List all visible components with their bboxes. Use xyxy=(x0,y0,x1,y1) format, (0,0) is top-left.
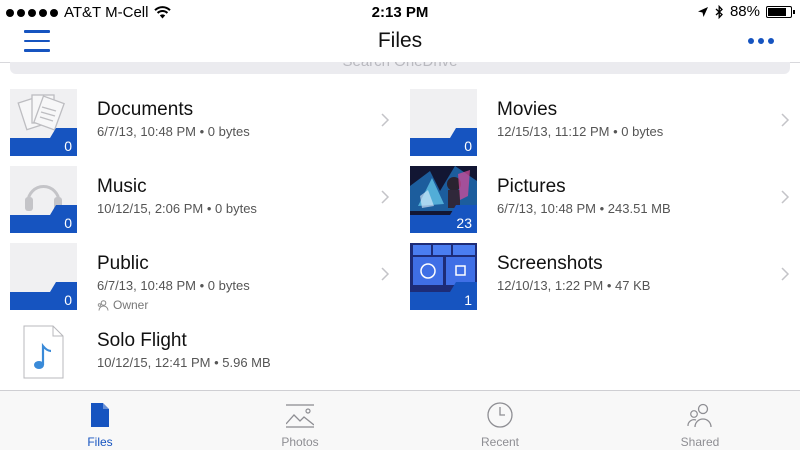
tab-label: Photos xyxy=(281,435,319,449)
item-meta: 12/15/13, 11:12 PM • 0 bytes xyxy=(497,124,664,139)
chevron-right-icon xyxy=(381,190,390,204)
item-name: Pictures xyxy=(497,176,566,197)
chevron-right-icon xyxy=(781,113,790,127)
tab-files[interactable]: Files xyxy=(0,391,200,450)
item-meta: 6/7/13, 10:48 PM • 0 bytes xyxy=(97,124,250,139)
page-title: Files xyxy=(377,29,423,52)
status-bar: AT&T M-Cell 2:13 PM 88% xyxy=(0,0,800,26)
item-count-badge: 0 xyxy=(64,215,72,231)
item-meta: 6/7/13, 10:48 PM • 243.51 MB xyxy=(497,201,671,216)
location-arrow-icon xyxy=(697,6,708,17)
item-count-badge: 0 xyxy=(464,138,472,154)
chevron-right-icon xyxy=(381,113,390,127)
more-options-button[interactable] xyxy=(748,38,774,44)
status-right: 88% xyxy=(697,3,795,20)
photos-icon xyxy=(286,404,314,428)
item-name: Music xyxy=(97,176,147,197)
person-icon xyxy=(97,299,109,311)
item-name: Solo Flight xyxy=(97,330,187,351)
item-meta: 10/12/15, 2:06 PM • 0 bytes xyxy=(97,201,257,216)
item-count-badge: 23 xyxy=(456,215,472,231)
list-item-public[interactable]: 0 Public 6/7/13, 10:48 PM • 0 bytes Owne… xyxy=(10,243,390,315)
item-count-badge: 0 xyxy=(64,138,72,154)
item-meta: 10/12/15, 12:41 PM • 5.96 MB xyxy=(97,355,271,370)
folder-thumbnail: 0 xyxy=(10,243,77,310)
battery-icon xyxy=(766,5,795,18)
owner-label: Owner xyxy=(97,298,148,312)
list-item-screenshots[interactable]: 1 Screenshots 12/10/13, 1:22 PM • 47 KB xyxy=(410,243,790,315)
folder-thumbnail: 1 xyxy=(410,243,477,310)
chevron-right-icon xyxy=(781,267,790,281)
tab-shared[interactable]: Shared xyxy=(600,391,800,450)
item-count-badge: 0 xyxy=(64,292,72,308)
list-item-documents[interactable]: 0 Documents 6/7/13, 10:48 PM • 0 bytes xyxy=(10,89,390,161)
tab-label: Files xyxy=(87,435,113,449)
tab-label: Recent xyxy=(480,435,520,449)
item-name: Movies xyxy=(497,99,558,120)
list-item-movies[interactable]: 0 Movies 12/15/13, 11:12 PM • 0 bytes xyxy=(410,89,790,161)
search-placeholder: Search OneDrive xyxy=(10,62,790,70)
item-name: Public xyxy=(97,253,149,274)
bluetooth-icon xyxy=(715,4,723,19)
status-time: 2:13 PM xyxy=(371,4,429,21)
tab-bar: Files Photos Recent Shared xyxy=(0,390,800,450)
battery-percent: 88% xyxy=(729,3,760,20)
folder-thumbnail: 23 xyxy=(410,166,477,233)
folder-thumbnail: 0 xyxy=(410,89,477,156)
item-count-badge: 1 xyxy=(464,292,472,308)
tab-label: Shared xyxy=(680,435,720,449)
clock-icon xyxy=(487,402,513,428)
list-item-pictures[interactable]: 23 Pictures 6/7/13, 10:48 PM • 243.51 MB xyxy=(410,166,790,238)
chevron-right-icon xyxy=(381,267,390,281)
list-item-music[interactable]: 0 Music 10/12/15, 2:06 PM • 0 bytes xyxy=(10,166,390,238)
tab-photos[interactable]: Photos xyxy=(200,391,400,450)
battery-level-fill xyxy=(768,7,786,16)
item-name: Documents xyxy=(97,99,194,120)
search-bar[interactable]: Search OneDrive xyxy=(10,62,790,74)
item-meta: 6/7/13, 10:48 PM • 0 bytes xyxy=(97,278,250,293)
navigation-bar: Files xyxy=(0,26,800,62)
owner-text: Owner xyxy=(113,298,149,312)
audio-file-icon xyxy=(23,325,64,379)
folder-thumbnail: 0 xyxy=(10,166,77,233)
chevron-right-icon xyxy=(781,190,790,204)
folder-thumbnail: 0 xyxy=(10,89,77,156)
tab-recent[interactable]: Recent xyxy=(400,391,600,450)
people-icon xyxy=(687,403,712,428)
item-meta: 12/10/13, 1:22 PM • 47 KB xyxy=(497,278,651,293)
file-icon xyxy=(91,403,109,427)
item-name: Screenshots xyxy=(497,253,603,274)
list-item-solo-flight[interactable]: Solo Flight 10/12/15, 12:41 PM • 5.96 MB xyxy=(10,320,390,392)
